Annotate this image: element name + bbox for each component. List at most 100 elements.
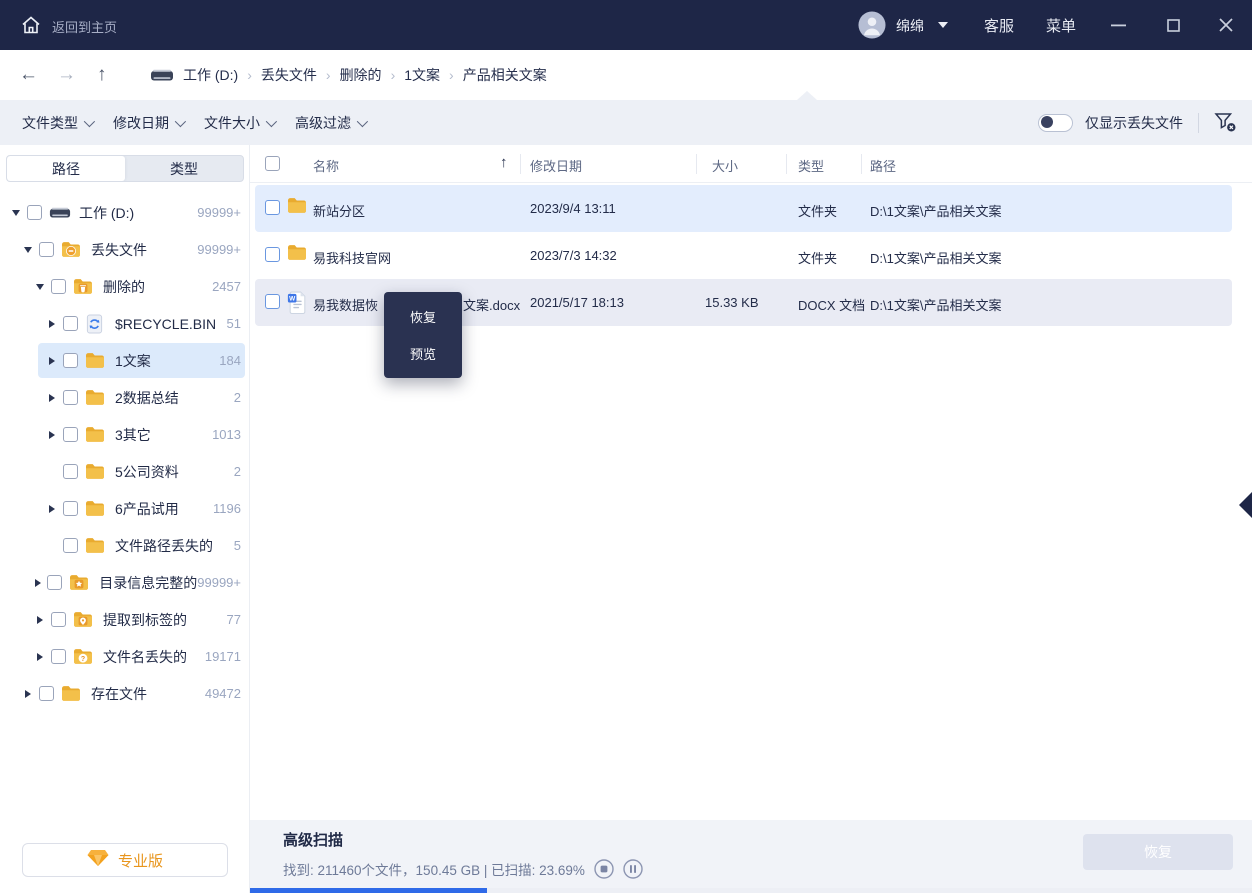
filter-dropdown[interactable]: 文件类型 [22, 113, 92, 133]
lost-files-toggle[interactable] [1038, 114, 1073, 132]
tree-checkbox[interactable] [51, 279, 66, 294]
user-dropdown-icon[interactable] [938, 22, 948, 28]
tree-item[interactable]: 3其它1013 [0, 416, 249, 453]
tree-item[interactable]: 丢失文件 99999+ [0, 231, 249, 268]
sidebar: 路径 类型 工作 (D:)99999+ 丢失文件 99999+ 删除的2457$REC… [0, 145, 250, 893]
tree-item[interactable]: ?文件名丢失的19171 [0, 638, 249, 675]
folder-star-icon [69, 573, 91, 593]
forward-button[interactable]: → [57, 62, 76, 88]
tree-item[interactable]: 6产品试用1196 [0, 490, 249, 527]
tree-checkbox[interactable] [63, 390, 78, 405]
home-button[interactable] [20, 14, 42, 36]
column-header-name[interactable]: 名称 [313, 156, 339, 175]
column-header-date[interactable]: 修改日期 [530, 156, 582, 175]
tree-checkbox[interactable] [63, 538, 78, 553]
context-menu-item[interactable]: 预览 [384, 335, 462, 372]
tree-checkbox[interactable] [39, 686, 54, 701]
upgrade-pro-button[interactable]: 专业版 [22, 843, 228, 877]
up-button[interactable]: ↑ [97, 62, 107, 88]
recover-button[interactable]: 恢复 [1083, 834, 1233, 870]
expander-closed-icon[interactable] [22, 689, 34, 699]
tree-item[interactable]: 5公司资料2 [0, 453, 249, 490]
scan-progress-fill [250, 888, 487, 893]
breadcrumb-item[interactable]: 产品相关文案 [463, 65, 547, 85]
column-header-path[interactable]: 路径 [870, 156, 896, 175]
avatar[interactable] [858, 11, 886, 39]
filter-band: 文件类型修改日期文件大小高级过滤 仅显示丢失文件 [0, 100, 1252, 145]
column-header-type[interactable]: 类型 [798, 156, 824, 175]
breadcrumb-item[interactable]: 1文案 [404, 65, 440, 85]
tree-checkbox[interactable] [51, 612, 66, 627]
docx-icon: W [287, 291, 309, 313]
folder-icon [85, 351, 107, 371]
breadcrumb-item[interactable]: 工作 (D:) [183, 65, 238, 85]
select-all-checkbox[interactable] [265, 156, 280, 171]
folder-tag-icon [73, 610, 95, 630]
row-checkbox[interactable] [265, 200, 280, 215]
filter-dropdown[interactable]: 修改日期 [113, 113, 183, 133]
sort-ascending-icon[interactable]: ↑ [500, 154, 508, 171]
tree-item[interactable]: 工作 (D:)99999+ [0, 194, 249, 231]
panel-collapse-arrow-icon[interactable] [1239, 492, 1252, 518]
stop-scan-button[interactable] [594, 859, 614, 879]
expander-closed-icon[interactable] [46, 393, 58, 403]
row-checkbox[interactable] [265, 247, 280, 262]
tree-item-label: 工作 (D:) [79, 203, 134, 223]
expander-closed-icon[interactable] [46, 319, 58, 329]
tree-item-label: 文件名丢失的 [103, 647, 187, 667]
expander-closed-icon[interactable] [46, 430, 58, 440]
folder-icon [85, 499, 107, 519]
expander-placeholder [46, 541, 58, 551]
back-button[interactable]: ← [19, 62, 38, 88]
column-header-size[interactable]: 大小 [712, 156, 738, 175]
context-menu-item[interactable]: 恢复 [384, 298, 462, 335]
maximize-button[interactable] [1156, 0, 1190, 50]
table-row[interactable]: 新站分区2023/9/4 13:11文件夹D:\1文案\产品相关文案 [255, 185, 1232, 232]
tab-type[interactable]: 类型 [125, 156, 243, 181]
expander-open-icon[interactable] [10, 208, 22, 218]
support-button[interactable]: 客服 [984, 15, 1014, 36]
tree-item[interactable]: $RECYCLE.BIN51 [0, 305, 249, 342]
minimize-button[interactable] [1101, 0, 1135, 50]
tree-item-count: 99999+ [197, 242, 241, 257]
tree-item[interactable]: 提取到标签的77 [0, 601, 249, 638]
tree-item[interactable]: 2数据总结2 [0, 379, 249, 416]
tree-checkbox[interactable] [63, 427, 78, 442]
row-checkbox[interactable] [265, 294, 280, 309]
tree-item[interactable]: 删除的2457 [0, 268, 249, 305]
file-path: D:\1文案\产品相关文案 [870, 201, 1001, 220]
expander-closed-icon[interactable] [34, 578, 42, 588]
expander-closed-icon[interactable] [34, 615, 46, 625]
expander-open-icon[interactable] [22, 245, 34, 255]
filter-dropdown[interactable]: 高级过滤 [295, 113, 365, 133]
tree-checkbox[interactable] [51, 649, 66, 664]
tree-item[interactable]: 存在文件49472 [0, 675, 249, 712]
tree-item-label: 丢失文件 [91, 240, 147, 260]
tree-item[interactable]: 1文案184 [0, 342, 249, 379]
breadcrumb-item[interactable]: 丢失文件 [261, 65, 317, 85]
breadcrumb-item[interactable]: 删除的 [340, 65, 382, 85]
tree-checkbox[interactable] [63, 464, 78, 479]
tree-checkbox[interactable] [47, 575, 62, 590]
expander-open-icon[interactable] [34, 282, 46, 292]
expander-closed-icon[interactable] [34, 652, 46, 662]
close-button[interactable] [1209, 0, 1243, 50]
back-to-home-label[interactable]: 返回到主页 [52, 17, 117, 36]
tree-checkbox[interactable] [39, 242, 54, 257]
tree-item[interactable]: 目录信息完整的99999+ [0, 564, 249, 601]
expander-closed-icon[interactable] [46, 356, 58, 366]
tree-item[interactable]: 文件路径丢失的5 [0, 527, 249, 564]
username[interactable]: 绵绵 [896, 16, 924, 36]
menu-button[interactable]: 菜单 [1046, 15, 1076, 36]
tab-path[interactable]: 路径 [7, 156, 125, 181]
tree-checkbox[interactable] [27, 205, 42, 220]
pause-scan-button[interactable] [623, 859, 643, 879]
table-row[interactable]: 易我科技官网2023/7/3 14:32文件夹D:\1文案\产品相关文案 [255, 232, 1232, 279]
clear-filter-button[interactable] [1214, 112, 1237, 133]
expander-closed-icon[interactable] [46, 504, 58, 514]
tree-checkbox[interactable] [63, 316, 78, 331]
tree-checkbox[interactable] [63, 353, 78, 368]
filter-dropdown[interactable]: 文件大小 [204, 113, 274, 133]
expander-placeholder [46, 467, 58, 477]
tree-checkbox[interactable] [63, 501, 78, 516]
